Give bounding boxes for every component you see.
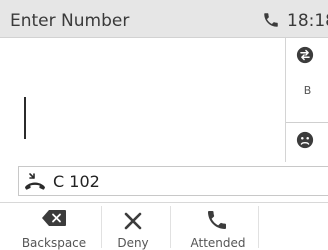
backspace-icon (41, 209, 67, 231)
deny-label: Deny (117, 236, 149, 250)
attended-label: Attended (190, 236, 246, 250)
softkey-divider (170, 206, 171, 248)
number-input[interactable] (0, 38, 285, 162)
transfer-screen: Enter Number 18:18 B (0, 0, 328, 250)
softkey-divider (258, 206, 259, 248)
missed-call-icon (24, 172, 46, 192)
header-bar: Enter Number 18:18 (0, 0, 328, 38)
deny-button[interactable]: Deny (108, 203, 158, 250)
softkey-bar: Backspace Deny Attended (0, 202, 328, 250)
text-cursor (24, 97, 26, 139)
contact-name: C 102 (53, 172, 100, 191)
close-icon (123, 211, 143, 235)
transfer-icon (296, 46, 314, 64)
side-line-key[interactable]: B (286, 38, 328, 123)
side-letter-label: B (303, 84, 312, 97)
sad-face-icon[interactable] (296, 131, 314, 149)
side-panel: B (285, 38, 328, 162)
softkey-divider (101, 206, 102, 248)
contact-suggestion[interactable]: C 102 (18, 166, 328, 196)
attended-transfer-button[interactable]: Attended (185, 203, 251, 250)
page-title: Enter Number (10, 11, 130, 31)
clock: 18:18 (287, 11, 328, 31)
backspace-label: Backspace (21, 236, 87, 250)
phone-icon (205, 208, 229, 236)
backspace-button[interactable]: Backspace (14, 203, 94, 250)
phone-icon (262, 11, 280, 29)
